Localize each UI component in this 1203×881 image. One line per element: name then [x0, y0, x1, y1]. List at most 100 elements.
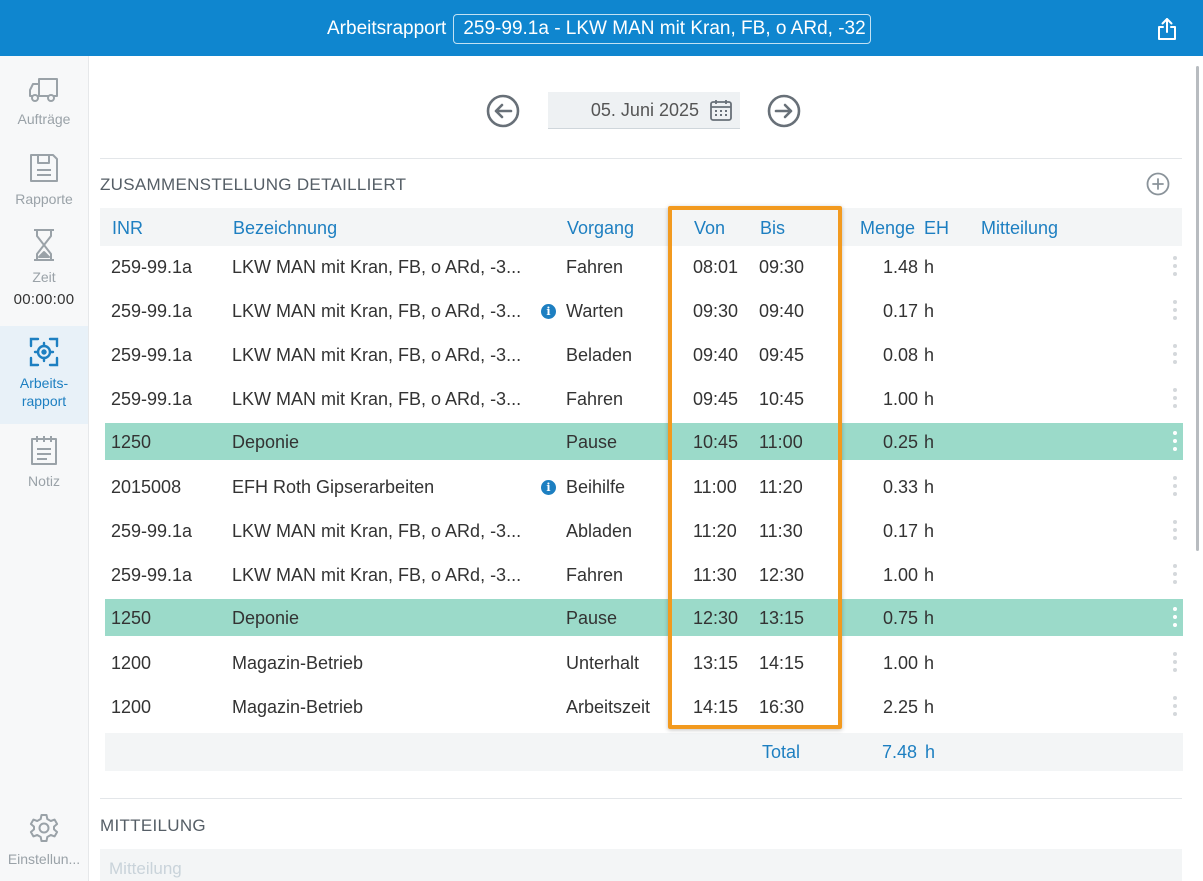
col-header-bezeichnung[interactable]: Bezeichnung — [233, 218, 337, 239]
cell-vorgang: Beladen — [566, 345, 633, 365]
date-picker[interactable]: 05. Juni 2025 — [548, 92, 740, 129]
cell-bezeichnung: Deponie — [232, 608, 300, 628]
table-row[interactable]: 2015008 EFH Roth Gipserarbeiten Beihilfe 11… — [105, 468, 1183, 505]
sidebar: Aufträge Rapporte Zeit 00:00:00 Arbeits-… — [0, 56, 89, 881]
cell-vorgang: Pause — [566, 608, 618, 628]
info-icon[interactable]: i — [541, 480, 556, 495]
cell-inr: 259-99.1a — [111, 389, 193, 409]
cell-menge: 0.17 — [883, 301, 919, 321]
cell-vorgang: Fahren — [566, 565, 624, 585]
col-header-menge[interactable]: Menge — [860, 218, 915, 239]
cell-vorgang: Fahren — [566, 389, 624, 409]
sidebar-item-label: Notiz — [28, 473, 60, 489]
date-value: 05. Juni 2025 — [590, 99, 699, 120]
cell-eh: h — [924, 389, 935, 409]
col-header-mitteilung[interactable]: Mitteilung — [981, 218, 1058, 239]
more-vertical-icon[interactable] — [1173, 607, 1177, 627]
cell-inr: 2015008 — [111, 477, 182, 497]
info-icon[interactable]: i — [541, 304, 556, 319]
cell-bezeichnung: LKW MAN mit Kran, FB, o ARd, -3... — [232, 565, 522, 585]
divider — [100, 158, 1182, 159]
more-vertical-icon[interactable] — [1173, 520, 1177, 540]
more-vertical-icon[interactable] — [1173, 431, 1177, 451]
table-row[interactable]: 1250 Deponie Pause 12:30 13:15 0.75 h — [105, 599, 1183, 636]
cell-bezeichnung: LKW MAN mit Kran, FB, o ARd, -3... — [232, 345, 522, 365]
sidebar-item-notiz[interactable]: Notiz — [0, 434, 88, 496]
cell-inr: 259-99.1a — [111, 257, 193, 277]
arrow-right-circle-icon[interactable] — [767, 94, 801, 128]
message-input[interactable]: Mitteilung — [100, 849, 1182, 881]
cell-eh: h — [924, 521, 935, 541]
calendar-icon — [710, 100, 732, 121]
cell-vorgang: Fahren — [566, 257, 624, 277]
col-header-vorgang[interactable]: Vorgang — [567, 218, 634, 239]
sidebar-item-arbeitsrapport[interactable]: Arbeits- rapport — [0, 326, 88, 424]
share-icon[interactable] — [1154, 16, 1180, 42]
cell-menge: 1.00 — [883, 389, 919, 409]
sidebar-item-einstellungen[interactable]: Einstellun... — [0, 812, 88, 872]
page-title: Arbeitsrapport — [327, 18, 447, 39]
table-row[interactable]: 1250 Deponie Pause 10:45 11:00 0.25 h — [105, 423, 1183, 460]
more-vertical-icon[interactable] — [1173, 652, 1177, 672]
cell-menge: 0.33 — [883, 477, 919, 497]
notepad-icon — [31, 436, 57, 465]
more-vertical-icon[interactable] — [1173, 300, 1177, 320]
top-bar: Arbeitsrapport 259-99.1a - LKW MAN mit K… — [0, 0, 1203, 56]
cell-menge: 0.08 — [883, 345, 919, 365]
main-content: 05. Juni 2025 ZUSAMMENSTELLUNG DETAILLIE… — [89, 56, 1203, 881]
cell-eh: h — [924, 345, 935, 365]
table-row[interactable]: 259-99.1a LKW MAN mit Kran, FB, o ARd, -3… — [105, 336, 1183, 373]
truck-icon — [29, 78, 58, 102]
table-row[interactable]: 259-99.1a LKW MAN mit Kran, FB, o ARd, -3… — [105, 556, 1183, 593]
cell-vorgang: Arbeitszeit — [566, 697, 651, 717]
table-row[interactable]: 259-99.1a LKW MAN mit Kran, FB, o ARd, -3… — [105, 380, 1183, 417]
cell-inr: 259-99.1a — [111, 301, 193, 321]
cell-inr: 259-99.1a — [111, 521, 193, 541]
add-circle-icon[interactable] — [1146, 172, 1170, 196]
sidebar-item-auftraege[interactable]: Aufträge — [0, 74, 88, 136]
col-header-eh[interactable]: EH — [924, 218, 949, 239]
cell-inr: 1200 — [111, 697, 152, 717]
scan-target-icon — [29, 337, 59, 367]
cell-eh: h — [924, 653, 935, 673]
sidebar-item-label: Zeit — [32, 269, 56, 285]
sidebar-item-rapporte[interactable]: Rapporte — [0, 152, 88, 214]
von-bis-highlight-box — [668, 206, 842, 729]
sidebar-item-zeit[interactable]: Zeit 00:00:00 — [0, 228, 88, 318]
total-row: Total 7.48 h — [105, 733, 1183, 771]
cell-bezeichnung: Magazin-Betrieb — [232, 697, 364, 717]
cell-bezeichnung: LKW MAN mit Kran, FB, o ARd, -3... — [232, 521, 522, 541]
table-row[interactable]: 259-99.1a LKW MAN mit Kran, FB, o ARd, -3… — [105, 248, 1183, 285]
cell-bezeichnung: LKW MAN mit Kran, FB, o ARd, -3... — [232, 301, 522, 321]
cell-vorgang: Abladen — [566, 521, 633, 541]
cell-menge: 0.17 — [883, 521, 919, 541]
cell-bezeichnung: LKW MAN mit Kran, FB, o ARd, -3... — [232, 257, 522, 277]
table-row[interactable]: 1200 Magazin-Betrieb Arbeitszeit 14:15 16:30… — [105, 688, 1183, 725]
table-row[interactable]: 259-99.1a LKW MAN mit Kran, FB, o ARd, -3… — [105, 292, 1183, 329]
more-vertical-icon[interactable] — [1173, 696, 1177, 716]
table-header: INR Bezeichnung Vorgang Von Bis Menge EH… — [100, 208, 1182, 246]
total-label: Total — [762, 742, 801, 762]
cell-bezeichnung: Magazin-Betrieb — [232, 653, 364, 673]
section-title-message: MITTEILUNG — [100, 816, 206, 835]
more-vertical-icon[interactable] — [1173, 564, 1177, 584]
table-row[interactable]: 1200 Magazin-Betrieb Unterhalt 13:15 14:15 1.… — [105, 644, 1183, 681]
col-header-inr[interactable]: INR — [112, 218, 143, 239]
more-vertical-icon[interactable] — [1173, 388, 1177, 408]
cell-vorgang: Pause — [566, 432, 618, 452]
table-row[interactable]: 259-99.1a LKW MAN mit Kran, FB, o ARd, -3… — [105, 512, 1183, 549]
cell-menge: 1.00 — [883, 653, 919, 673]
order-select[interactable]: 259-99.1a - LKW MAN mit Kran, FB, o ARd,… — [453, 14, 872, 44]
sidebar-item-label: Arbeits- rapport — [19, 375, 69, 409]
more-vertical-icon[interactable] — [1173, 344, 1177, 364]
vertical-scrollbar[interactable] — [1196, 66, 1199, 551]
cell-eh: h — [924, 697, 935, 717]
cell-eh: h — [924, 477, 935, 497]
arrow-left-circle-icon[interactable] — [486, 94, 520, 128]
timer-display: 00:00:00 — [13, 291, 75, 308]
sidebar-item-label: Aufträge — [17, 111, 71, 127]
sidebar-item-label: Rapporte — [15, 191, 73, 207]
more-vertical-icon[interactable] — [1173, 256, 1177, 276]
more-vertical-icon[interactable] — [1173, 476, 1177, 496]
title-wrap: Arbeitsrapport 259-99.1a - LKW MAN mit K… — [327, 14, 872, 44]
